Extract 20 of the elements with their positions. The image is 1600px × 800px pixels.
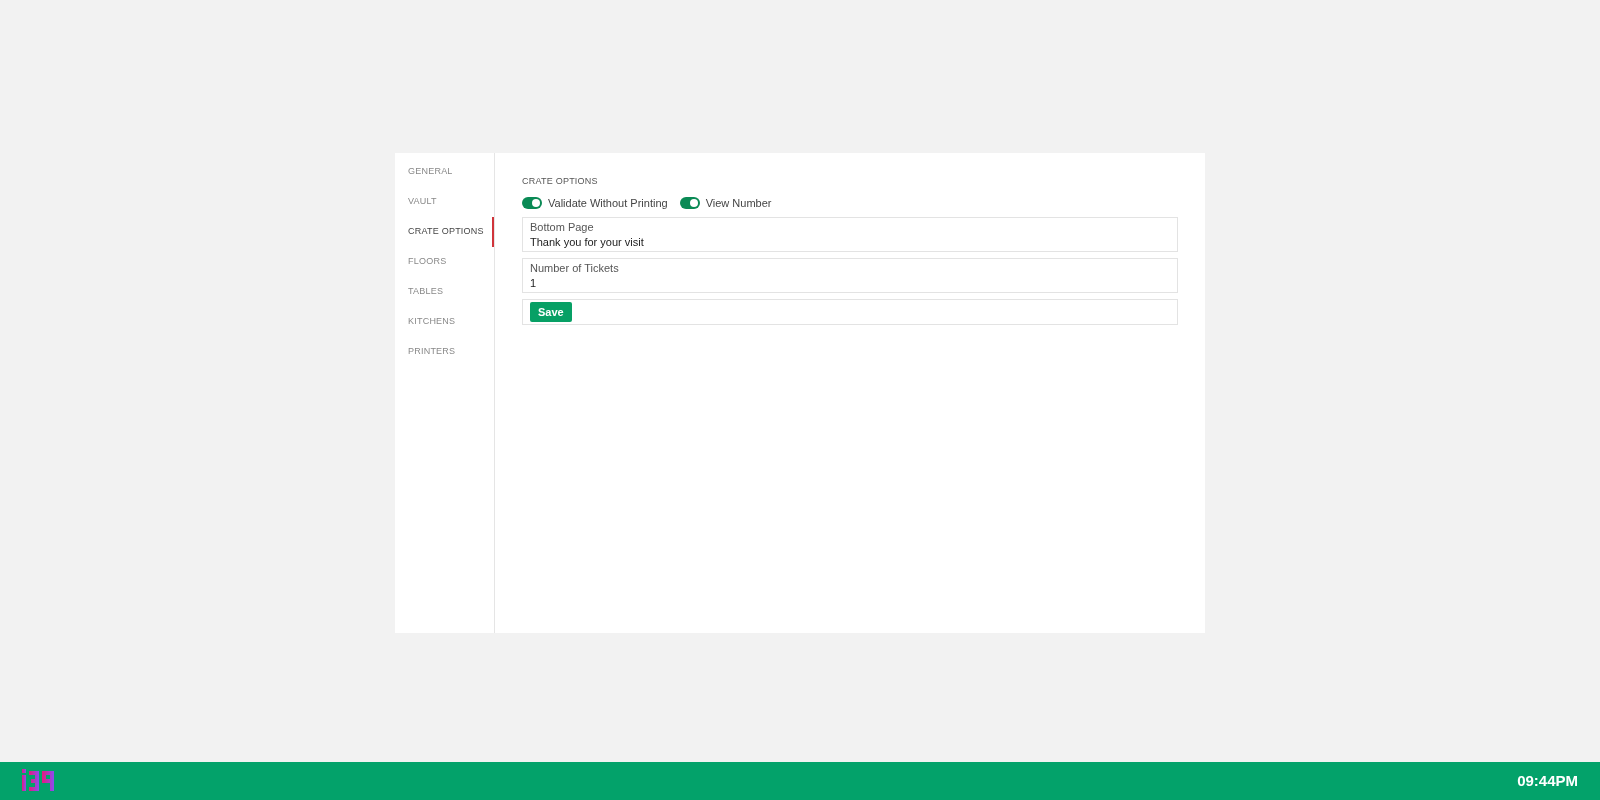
sidebar-item[interactable]: FLOORS: [395, 247, 494, 277]
sidebar-item[interactable]: PRINTERS: [395, 337, 494, 367]
sidebar-item[interactable]: TABLES: [395, 277, 494, 307]
toggle-switch[interactable]: [522, 196, 542, 209]
toggle-label: Validate Without Printing: [548, 195, 668, 211]
field-value: Thank you for your visit: [530, 235, 645, 249]
toggle-switch[interactable]: [679, 196, 700, 209]
save-button[interactable]: Save: [530, 302, 572, 322]
field-value: 1: [530, 276, 538, 290]
text-field[interactable]: Bottom Page Thank you for your visit: [522, 217, 1178, 252]
sidebar-item[interactable]: CRATE OPTIONS: [395, 217, 494, 247]
field-label: Bottom Page: [530, 220, 595, 235]
toggle-label: View Number: [705, 195, 772, 211]
clock-time: 09:44PM: [1517, 770, 1578, 791]
sidebar-item[interactable]: VAULT: [395, 187, 494, 217]
sidebar-item[interactable]: KITCHENS: [395, 307, 494, 337]
text-field[interactable]: Number of Tickets 1: [522, 258, 1178, 293]
sidebar-item[interactable]: GENERAL: [395, 157, 494, 187]
field-label: Number of Tickets: [530, 261, 620, 276]
section-title: CRATE OPTIONS: [522, 175, 599, 188]
